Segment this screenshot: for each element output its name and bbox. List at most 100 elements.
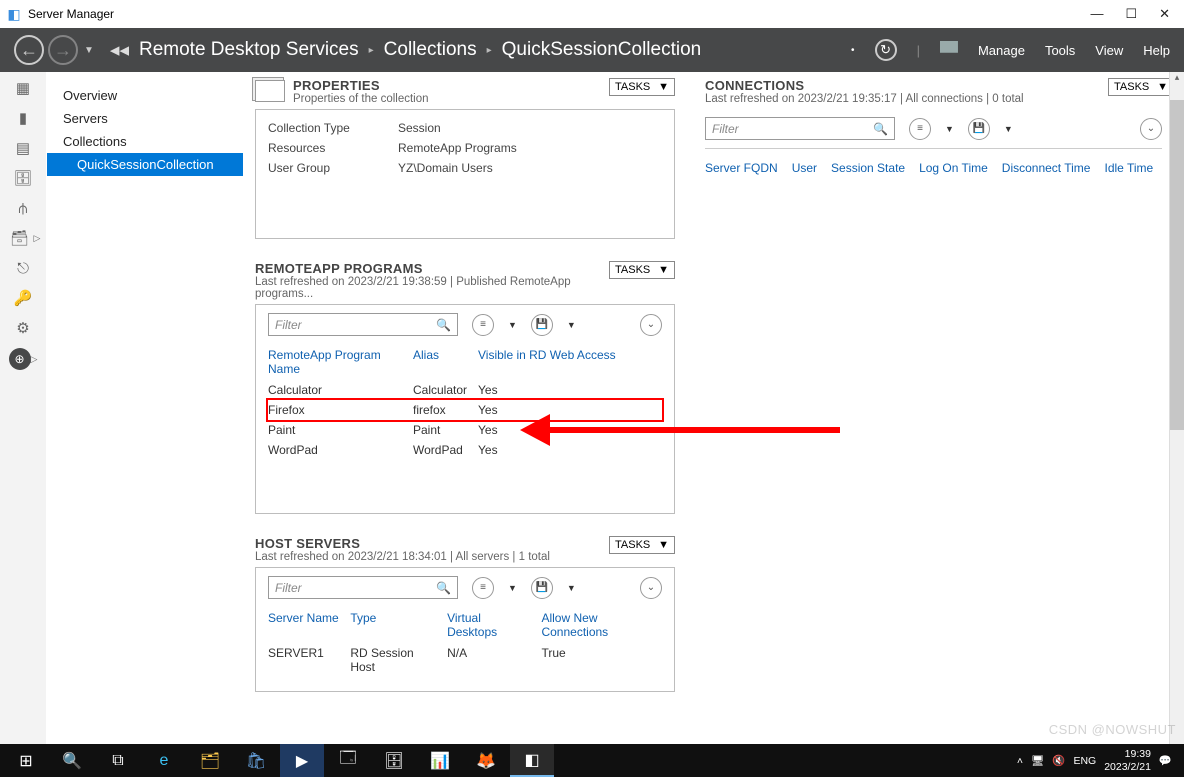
filter-input[interactable]: Filter🔍 xyxy=(268,313,458,336)
powershell-icon[interactable]: ▶ xyxy=(280,744,324,777)
col-alias[interactable]: Alias xyxy=(413,348,468,376)
app-icon[interactable]: 📊 xyxy=(418,744,462,777)
menu-view[interactable]: View xyxy=(1095,43,1123,58)
tasks-button[interactable]: TASKS▼ xyxy=(609,536,675,554)
rail-file-icon[interactable]: 🗄 xyxy=(9,168,37,188)
col-fqdn[interactable]: Server FQDN xyxy=(705,161,778,175)
taskview-button[interactable]: ⧉ xyxy=(96,744,140,777)
scrollbar[interactable]: ▴ xyxy=(1169,72,1184,744)
history-dropdown[interactable]: ▼ xyxy=(84,45,94,56)
ie-icon[interactable]: e xyxy=(142,744,186,777)
firefox-icon[interactable]: 🦊 xyxy=(464,744,508,777)
tray-display-icon[interactable]: 🖥 xyxy=(1031,754,1044,767)
chevron-down-icon[interactable]: ▼ xyxy=(508,320,517,330)
tasks-button[interactable]: TASKS▼ xyxy=(609,261,675,279)
expand-button[interactable]: ⌄ xyxy=(1140,118,1162,140)
app-icon: ◧ xyxy=(6,6,22,22)
maximize-button[interactable]: ☐ xyxy=(1125,6,1137,22)
minimize-button[interactable]: — xyxy=(1090,6,1103,22)
hyperv-icon[interactable]: 🗔 xyxy=(326,744,370,777)
connections-panel: CONNECTIONS Last refreshed on 2023/2/21 … xyxy=(705,78,1174,187)
crumb-back-icon[interactable]: ◂◂ xyxy=(110,39,129,62)
tray-lang[interactable]: ENG xyxy=(1073,755,1096,767)
search-button[interactable]: 🔍 xyxy=(50,744,94,777)
app-icon[interactable]: 🗄 xyxy=(372,744,416,777)
tray-clock[interactable]: 19:392023/2/21 xyxy=(1104,748,1151,772)
chevron-right-icon[interactable]: ▷ xyxy=(34,233,41,244)
refresh-button[interactable]: ↻ xyxy=(875,39,897,61)
chevron-right-icon: ▸ xyxy=(369,45,374,56)
prop-key: Collection Type xyxy=(268,121,398,135)
expand-button[interactable]: ⌄ xyxy=(640,314,662,336)
rail-dashboard-icon[interactable]: ▦ xyxy=(9,78,37,98)
sidebar-item-overview[interactable]: Overview xyxy=(47,84,243,107)
sidebar-item-servers[interactable]: Servers xyxy=(47,107,243,130)
filter-input[interactable]: Filter🔍 xyxy=(705,117,895,140)
rail-tools-icon[interactable]: ⚙ xyxy=(9,318,37,338)
tasks-button[interactable]: TASKS▼ xyxy=(609,78,675,96)
col-user[interactable]: User xyxy=(792,161,817,175)
chevron-down-icon[interactable]: ▼ xyxy=(1004,124,1013,134)
col-allow[interactable]: Allow New Connections xyxy=(541,611,662,639)
col-state[interactable]: Session State xyxy=(831,161,905,175)
table-row[interactable]: SERVER1 RD Session Host N/A True xyxy=(268,643,662,677)
col-name[interactable]: RemoteApp Program Name xyxy=(268,348,403,376)
menu-tools[interactable]: Tools xyxy=(1045,43,1075,58)
col-idle[interactable]: Idle Time xyxy=(1104,161,1153,175)
table-row[interactable]: WordPadWordPadYes xyxy=(268,440,662,460)
start-button[interactable]: ⊞ xyxy=(4,744,48,777)
chevron-down-icon[interactable]: ▼ xyxy=(945,124,954,134)
filter-options-button[interactable]: ≡ xyxy=(472,314,494,336)
table-row-highlighted[interactable]: FirefoxfirefoxYes xyxy=(266,398,664,422)
back-button[interactable]: ← xyxy=(14,35,44,65)
col-vd[interactable]: Virtual Desktops xyxy=(447,611,531,639)
close-button[interactable]: ✕ xyxy=(1159,6,1170,22)
menu-help[interactable]: Help xyxy=(1143,43,1170,58)
col-servername[interactable]: Server Name xyxy=(268,611,340,639)
table-row[interactable]: PaintPaintYes xyxy=(268,420,662,440)
col-type[interactable]: Type xyxy=(350,611,437,639)
col-logon[interactable]: Log On Time xyxy=(919,161,988,175)
col-visible[interactable]: Visible in RD Web Access xyxy=(478,348,628,376)
forward-button[interactable]: → xyxy=(48,35,78,65)
tray-up-icon[interactable]: ˄ xyxy=(1017,755,1023,767)
chevron-right-icon[interactable]: ▷ xyxy=(31,354,38,365)
servermanager-icon[interactable]: ◧ xyxy=(510,744,554,777)
crumb-collections[interactable]: Collections xyxy=(384,39,477,61)
menu-manage[interactable]: Manage xyxy=(978,43,1025,58)
filter-input[interactable]: Filter🔍 xyxy=(268,576,458,599)
chevron-down-icon[interactable]: ▼ xyxy=(567,583,576,593)
filter-options-button[interactable]: ≡ xyxy=(472,577,494,599)
crumb-rds[interactable]: Remote Desktop Services xyxy=(139,39,359,61)
save-view-button[interactable]: 💾 xyxy=(531,577,553,599)
search-icon[interactable]: 🔍 xyxy=(436,318,451,332)
save-view-button[interactable]: 💾 xyxy=(968,118,990,140)
remoteapp-subtitle: Last refreshed on 2023/2/21 19:38:59 | P… xyxy=(255,276,609,300)
tasks-button[interactable]: TASKS▼ xyxy=(1108,78,1174,96)
crumb-quicksession[interactable]: QuickSessionCollection xyxy=(502,39,702,61)
rail-iis-icon[interactable]: ⎋ xyxy=(9,258,37,278)
expand-button[interactable]: ⌄ xyxy=(640,577,662,599)
rail-services-icon[interactable]: ⫛ xyxy=(9,198,37,218)
sidebar-item-collections[interactable]: Collections xyxy=(47,130,243,153)
sidebar-item-quicksession[interactable]: QuickSessionCollection xyxy=(47,153,243,176)
save-view-button[interactable]: 💾 xyxy=(531,314,553,336)
filter-options-button[interactable]: ≡ xyxy=(909,118,931,140)
table-row[interactable]: CalculatorCalculatorYes xyxy=(268,380,662,400)
rail-key-icon[interactable]: 🔑 xyxy=(9,288,37,308)
rail-local-server-icon[interactable]: ▮ xyxy=(9,108,37,128)
rail-all-servers-icon[interactable]: ▤ xyxy=(9,138,37,158)
explorer-icon[interactable]: 🗂 xyxy=(188,744,232,777)
col-disconnect[interactable]: Disconnect Time xyxy=(1002,161,1091,175)
notifications-flag[interactable] xyxy=(940,41,958,59)
chevron-down-icon[interactable]: ▼ xyxy=(567,320,576,330)
hostservers-title: HOST SERVERS xyxy=(255,536,609,551)
chevron-down-icon[interactable]: ▼ xyxy=(508,583,517,593)
search-icon[interactable]: 🔍 xyxy=(873,122,888,136)
rail-storage-icon[interactable]: 🗃 xyxy=(6,228,34,248)
rail-rds-icon[interactable]: ⊕ xyxy=(9,348,31,370)
tray-notifications-icon[interactable]: 💬 xyxy=(1159,754,1172,767)
store-icon[interactable]: 🛍 xyxy=(234,744,278,777)
search-icon[interactable]: 🔍 xyxy=(436,581,451,595)
tray-volume-icon[interactable]: 🔇 xyxy=(1052,754,1065,767)
